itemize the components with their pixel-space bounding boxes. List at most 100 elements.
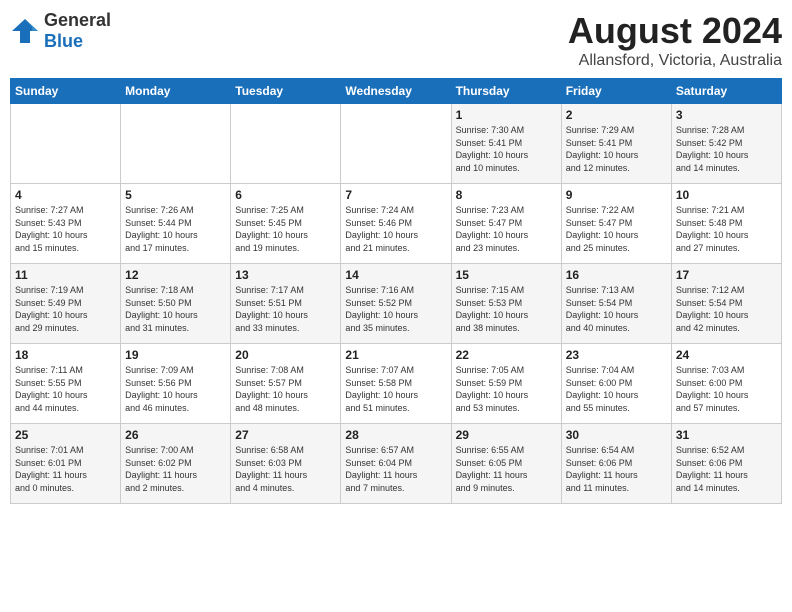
day-number: 6 <box>235 188 336 202</box>
day-number: 3 <box>676 108 777 122</box>
calendar-cell: 28 Sunrise: 6:57 AM Sunset: 6:04 PM Dayli… <box>341 424 451 504</box>
day-number: 24 <box>676 348 777 362</box>
calendar-cell: 9 Sunrise: 7:22 AM Sunset: 5:47 PM Daylig… <box>561 184 671 264</box>
calendar-cell: 14 Sunrise: 7:16 AM Sunset: 5:52 PM Dayli… <box>341 264 451 344</box>
day-info: Sunrise: 7:30 AM Sunset: 5:41 PM Dayligh… <box>456 124 557 174</box>
calendar-title: August 2024 <box>568 10 782 52</box>
day-number: 25 <box>15 428 116 442</box>
weekday-header-friday: Friday <box>561 79 671 104</box>
logo-icon <box>10 17 40 45</box>
day-info: Sunrise: 6:52 AM Sunset: 6:06 PM Dayligh… <box>676 444 777 494</box>
day-info: Sunrise: 7:00 AM Sunset: 6:02 PM Dayligh… <box>125 444 226 494</box>
calendar-cell: 6 Sunrise: 7:25 AM Sunset: 5:45 PM Daylig… <box>231 184 341 264</box>
day-info: Sunrise: 6:57 AM Sunset: 6:04 PM Dayligh… <box>345 444 446 494</box>
day-info: Sunrise: 7:04 AM Sunset: 6:00 PM Dayligh… <box>566 364 667 414</box>
calendar-cell: 24 Sunrise: 7:03 AM Sunset: 6:00 PM Dayli… <box>671 344 781 424</box>
day-info: Sunrise: 7:03 AM Sunset: 6:00 PM Dayligh… <box>676 364 777 414</box>
day-info: Sunrise: 6:55 AM Sunset: 6:05 PM Dayligh… <box>456 444 557 494</box>
day-number: 8 <box>456 188 557 202</box>
calendar-cell: 10 Sunrise: 7:21 AM Sunset: 5:48 PM Dayli… <box>671 184 781 264</box>
calendar-cell <box>121 104 231 184</box>
day-number: 22 <box>456 348 557 362</box>
day-number: 19 <box>125 348 226 362</box>
day-number: 11 <box>15 268 116 282</box>
weekday-header-wednesday: Wednesday <box>341 79 451 104</box>
calendar-cell: 31 Sunrise: 6:52 AM Sunset: 6:06 PM Dayli… <box>671 424 781 504</box>
day-number: 9 <box>566 188 667 202</box>
day-number: 29 <box>456 428 557 442</box>
weekday-header-sunday: Sunday <box>11 79 121 104</box>
day-info: Sunrise: 7:26 AM Sunset: 5:44 PM Dayligh… <box>125 204 226 254</box>
day-info: Sunrise: 7:19 AM Sunset: 5:49 PM Dayligh… <box>15 284 116 334</box>
weekday-row: SundayMondayTuesdayWednesdayThursdayFrid… <box>11 79 782 104</box>
day-number: 21 <box>345 348 446 362</box>
calendar-cell: 20 Sunrise: 7:08 AM Sunset: 5:57 PM Dayli… <box>231 344 341 424</box>
calendar-cell: 21 Sunrise: 7:07 AM Sunset: 5:58 PM Dayli… <box>341 344 451 424</box>
calendar-cell: 7 Sunrise: 7:24 AM Sunset: 5:46 PM Daylig… <box>341 184 451 264</box>
day-number: 2 <box>566 108 667 122</box>
page-header: General Blue August 2024 Allansford, Vic… <box>10 10 782 70</box>
day-number: 13 <box>235 268 336 282</box>
logo-text: General Blue <box>44 10 111 52</box>
calendar-body: 1 Sunrise: 7:30 AM Sunset: 5:41 PM Daylig… <box>11 104 782 504</box>
day-number: 7 <box>345 188 446 202</box>
day-info: Sunrise: 7:07 AM Sunset: 5:58 PM Dayligh… <box>345 364 446 414</box>
calendar-cell <box>231 104 341 184</box>
day-number: 26 <box>125 428 226 442</box>
calendar-cell: 25 Sunrise: 7:01 AM Sunset: 6:01 PM Dayli… <box>11 424 121 504</box>
day-number: 23 <box>566 348 667 362</box>
day-info: Sunrise: 7:01 AM Sunset: 6:01 PM Dayligh… <box>15 444 116 494</box>
day-info: Sunrise: 7:16 AM Sunset: 5:52 PM Dayligh… <box>345 284 446 334</box>
calendar-cell: 18Sunrise: 7:11 AM Sunset: 5:55 PM Dayli… <box>11 344 121 424</box>
day-number: 20 <box>235 348 336 362</box>
calendar-cell: 19 Sunrise: 7:09 AM Sunset: 5:56 PM Dayli… <box>121 344 231 424</box>
day-info: Sunrise: 7:29 AM Sunset: 5:41 PM Dayligh… <box>566 124 667 174</box>
logo-general: General <box>44 10 111 30</box>
calendar-cell: 3 Sunrise: 7:28 AM Sunset: 5:42 PM Daylig… <box>671 104 781 184</box>
calendar-location: Allansford, Victoria, Australia <box>568 52 782 70</box>
day-number: 17 <box>676 268 777 282</box>
day-info: Sunrise: 7:08 AM Sunset: 5:57 PM Dayligh… <box>235 364 336 414</box>
day-number: 15 <box>456 268 557 282</box>
day-number: 10 <box>676 188 777 202</box>
calendar-table: SundayMondayTuesdayWednesdayThursdayFrid… <box>10 78 782 504</box>
day-number: 5 <box>125 188 226 202</box>
day-number: 30 <box>566 428 667 442</box>
logo: General Blue <box>10 10 111 52</box>
week-row-5: 25 Sunrise: 7:01 AM Sunset: 6:01 PM Dayli… <box>11 424 782 504</box>
calendar-cell: 26 Sunrise: 7:00 AM Sunset: 6:02 PM Dayli… <box>121 424 231 504</box>
day-number: 14 <box>345 268 446 282</box>
day-number: 31 <box>676 428 777 442</box>
day-info: Sunrise: 7:28 AM Sunset: 5:42 PM Dayligh… <box>676 124 777 174</box>
calendar-cell: 1 Sunrise: 7:30 AM Sunset: 5:41 PM Daylig… <box>451 104 561 184</box>
week-row-3: 11 Sunrise: 7:19 AM Sunset: 5:49 PM Dayli… <box>11 264 782 344</box>
calendar-header: SundayMondayTuesdayWednesdayThursdayFrid… <box>11 79 782 104</box>
title-block: August 2024 Allansford, Victoria, Austra… <box>568 10 782 70</box>
day-number: 12 <box>125 268 226 282</box>
calendar-cell: 11 Sunrise: 7:19 AM Sunset: 5:49 PM Dayli… <box>11 264 121 344</box>
calendar-cell: 17 Sunrise: 7:12 AM Sunset: 5:54 PM Dayli… <box>671 264 781 344</box>
calendar-cell: 27Sunrise: 6:58 AM Sunset: 6:03 PM Dayli… <box>231 424 341 504</box>
day-info: Sunrise: 7:05 AM Sunset: 5:59 PM Dayligh… <box>456 364 557 414</box>
day-info: Sunrise: 7:15 AM Sunset: 5:53 PM Dayligh… <box>456 284 557 334</box>
day-info: Sunrise: 7:09 AM Sunset: 5:56 PM Dayligh… <box>125 364 226 414</box>
day-info: Sunrise: 7:22 AM Sunset: 5:47 PM Dayligh… <box>566 204 667 254</box>
day-info: Sunrise: 7:18 AM Sunset: 5:50 PM Dayligh… <box>125 284 226 334</box>
logo-blue: Blue <box>44 31 83 51</box>
day-info: Sunrise: 7:21 AM Sunset: 5:48 PM Dayligh… <box>676 204 777 254</box>
calendar-cell: 12 Sunrise: 7:18 AM Sunset: 5:50 PM Dayli… <box>121 264 231 344</box>
day-info: Sunrise: 7:27 AM Sunset: 5:43 PM Dayligh… <box>15 204 116 254</box>
day-number: 18 <box>15 348 116 362</box>
week-row-1: 1 Sunrise: 7:30 AM Sunset: 5:41 PM Daylig… <box>11 104 782 184</box>
calendar-cell: 4Sunrise: 7:27 AM Sunset: 5:43 PM Daylig… <box>11 184 121 264</box>
day-info: Sunrise: 7:12 AM Sunset: 5:54 PM Dayligh… <box>676 284 777 334</box>
day-info: Sunrise: 7:25 AM Sunset: 5:45 PM Dayligh… <box>235 204 336 254</box>
day-number: 27 <box>235 428 336 442</box>
calendar-cell: 22 Sunrise: 7:05 AM Sunset: 5:59 PM Dayli… <box>451 344 561 424</box>
calendar-cell: 13Sunrise: 7:17 AM Sunset: 5:51 PM Dayli… <box>231 264 341 344</box>
day-info: Sunrise: 7:24 AM Sunset: 5:46 PM Dayligh… <box>345 204 446 254</box>
calendar-cell: 2 Sunrise: 7:29 AM Sunset: 5:41 PM Daylig… <box>561 104 671 184</box>
day-number: 28 <box>345 428 446 442</box>
day-number: 1 <box>456 108 557 122</box>
weekday-header-monday: Monday <box>121 79 231 104</box>
